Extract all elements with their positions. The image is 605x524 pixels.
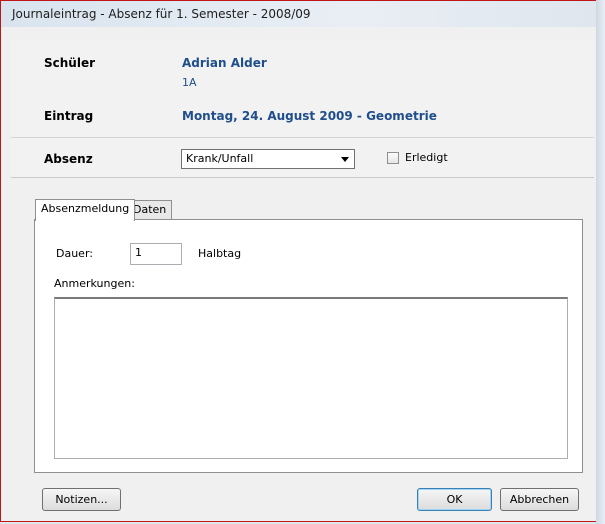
notes-button-label: Notizen... — [55, 493, 108, 506]
dialog-window: Journaleintrag - Absenz für 1. Semester … — [0, 0, 603, 522]
duration-value: 1 — [135, 246, 142, 259]
absence-type-value: Krank/Unfall — [186, 152, 254, 165]
absence-type-select[interactable]: Krank/Unfall — [181, 149, 355, 169]
student-name: Adrian Alder — [182, 56, 267, 70]
student-label: Schüler — [44, 56, 96, 70]
background-window-edge — [596, 0, 605, 524]
student-class: 1A — [182, 76, 197, 89]
done-checkbox[interactable] — [387, 152, 399, 164]
cancel-button-label: Abbrechen — [509, 493, 570, 506]
header-divider — [11, 137, 594, 138]
dropdown-arrow-icon — [341, 157, 349, 162]
notes-button[interactable]: Notizen... — [42, 488, 121, 511]
ok-button[interactable]: OK — [417, 488, 492, 511]
window-title: Journaleintrag - Absenz für 1. Semester … — [12, 7, 311, 21]
tab-label: Absenzmeldung — [41, 202, 130, 215]
cancel-button[interactable]: Abbrechen — [500, 488, 579, 511]
absence-label: Absenz — [44, 152, 93, 166]
title-bar[interactable]: Journaleintrag - Absenz für 1. Semester … — [1, 1, 597, 27]
duration-input[interactable]: 1 — [130, 243, 182, 265]
ok-button-label: OK — [446, 493, 463, 506]
tab-label: Daten — [133, 203, 167, 216]
notes-textarea[interactable] — [54, 297, 568, 459]
duration-unit: Halbtag — [198, 247, 242, 260]
tab-absenzmeldung[interactable]: Absenzmeldung — [35, 199, 136, 221]
notes-label: Anmerkungen: — [54, 277, 135, 290]
entry-label: Eintrag — [44, 109, 94, 123]
duration-label: Dauer: — [56, 247, 93, 260]
done-checkbox-label[interactable]: Erledigt — [405, 151, 448, 164]
entry-value: Montag, 24. August 2009 - Geometrie — [182, 109, 437, 123]
